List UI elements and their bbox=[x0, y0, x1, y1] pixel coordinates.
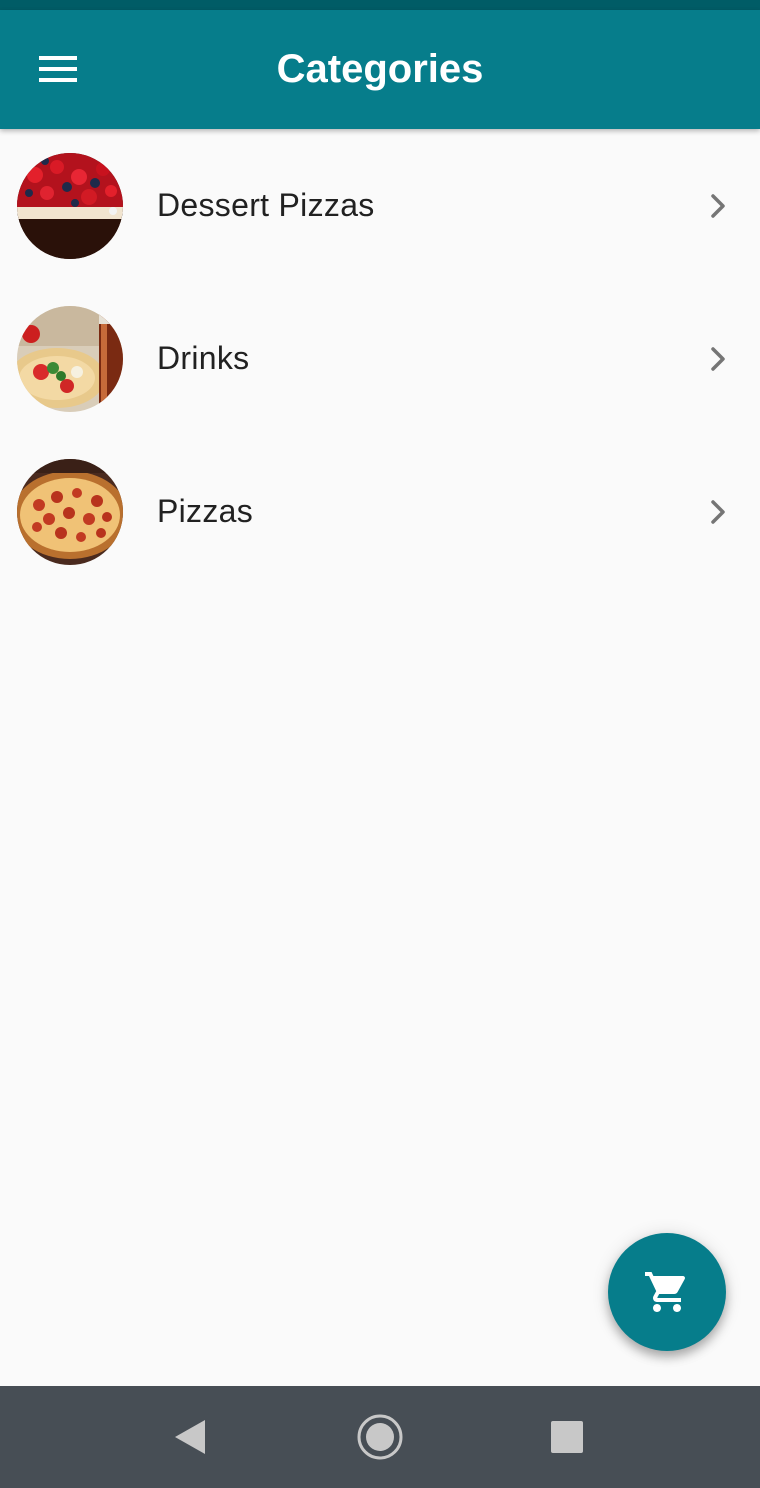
chevron-right-icon bbox=[711, 346, 725, 371]
drinks-thumbnail bbox=[17, 305, 123, 412]
recents-square-icon bbox=[551, 1421, 583, 1453]
pepperoni-pizza-thumbnail bbox=[17, 458, 123, 565]
dessert-pizza-thumbnail bbox=[17, 152, 123, 259]
chevron-right-icon bbox=[711, 499, 725, 524]
category-item-pizzas[interactable]: Pizzas bbox=[0, 435, 760, 588]
cart-fab-button[interactable] bbox=[608, 1233, 726, 1351]
shopping-cart-icon bbox=[645, 1272, 686, 1312]
status-bar bbox=[0, 0, 760, 10]
hamburger-menu-icon bbox=[39, 56, 77, 82]
category-item-dessert-pizzas[interactable]: Dessert Pizzas bbox=[0, 129, 760, 282]
category-label: Drinks bbox=[157, 340, 250, 376]
nav-recents-button[interactable] bbox=[517, 1386, 617, 1488]
category-label: Pizzas bbox=[157, 493, 254, 529]
back-triangle-icon bbox=[175, 1420, 205, 1454]
nav-home-button[interactable] bbox=[330, 1386, 430, 1488]
home-circle-icon bbox=[357, 1414, 403, 1460]
app-bar: Categories bbox=[0, 10, 760, 129]
category-list: Dessert Pizzas Drinks Pizzas bbox=[0, 129, 760, 588]
menu-button[interactable] bbox=[22, 32, 96, 106]
page-title: Categories bbox=[276, 47, 484, 91]
system-navigation-bar bbox=[0, 1386, 760, 1488]
category-label: Dessert Pizzas bbox=[157, 187, 375, 223]
category-item-drinks[interactable]: Drinks bbox=[0, 282, 760, 435]
chevron-right-icon bbox=[711, 193, 725, 218]
nav-back-button[interactable] bbox=[140, 1386, 240, 1488]
